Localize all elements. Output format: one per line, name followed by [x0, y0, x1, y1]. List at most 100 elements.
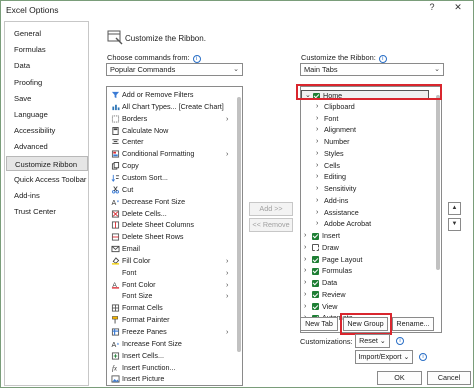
command-item[interactable]: Conditional Formatting ›: [107, 149, 235, 159]
nav-item-trust-center[interactable]: Trust Center: [6, 204, 88, 219]
move-down-button[interactable]: ▼: [448, 218, 461, 231]
chevron-right-icon[interactable]: ›: [316, 161, 318, 171]
chevron-right-icon[interactable]: ›: [304, 243, 306, 253]
command-item[interactable]: A Increase Font Size: [107, 339, 235, 349]
tree-group-item[interactable]: › Assistance: [301, 208, 435, 218]
move-up-button[interactable]: ▲: [448, 202, 461, 215]
chevron-right-icon[interactable]: ›: [304, 255, 306, 265]
tree-tab-item[interactable]: › View: [301, 302, 435, 312]
chevron-right-icon[interactable]: ›: [304, 278, 306, 288]
checkbox-unchecked-icon[interactable]: [312, 244, 319, 252]
tree-tab-item[interactable]: › Draw: [301, 243, 435, 253]
tree-scrollbar[interactable]: [435, 87, 441, 332]
command-item[interactable]: Format Cells: [107, 303, 235, 313]
chevron-right-icon[interactable]: ›: [304, 266, 306, 276]
command-item[interactable]: Font ›: [107, 268, 235, 278]
remove-button[interactable]: << Remove: [249, 218, 293, 232]
command-item[interactable]: Insert Picture: [107, 374, 235, 384]
tree-tab-item[interactable]: › Insert: [301, 231, 435, 241]
choose-commands-select[interactable]: Popular Commands ⌄: [106, 63, 243, 76]
command-item[interactable]: Copy: [107, 161, 235, 171]
tree-tab-item[interactable]: › Formulas: [301, 266, 435, 276]
chevron-right-icon[interactable]: ›: [304, 302, 306, 312]
tree-group-item[interactable]: › Number: [301, 137, 435, 147]
nav-item-data[interactable]: Data: [6, 58, 88, 73]
command-item[interactable]: Center: [107, 137, 235, 147]
command-item[interactable]: Delete Sheet Rows: [107, 232, 235, 242]
chevron-right-icon[interactable]: ›: [316, 149, 318, 159]
command-item[interactable]: Borders ›: [107, 114, 235, 124]
command-item[interactable]: Calculate Now: [107, 126, 235, 136]
new-tab-button[interactable]: New Tab: [300, 317, 338, 331]
command-item[interactable]: Delete Cells...: [107, 209, 235, 219]
command-item[interactable]: fx Insert Function...: [107, 363, 235, 373]
checkbox-checked-icon[interactable]: [312, 256, 319, 263]
tree-group-item[interactable]: › Alignment: [301, 125, 435, 135]
chevron-right-icon[interactable]: ›: [304, 231, 306, 241]
cancel-button[interactable]: Cancel: [427, 371, 471, 385]
chevron-right-icon[interactable]: ›: [316, 172, 318, 182]
chevron-right-icon[interactable]: ›: [304, 290, 306, 300]
tree-tab-item[interactable]: › Data: [301, 278, 435, 288]
nav-item-formulas[interactable]: Formulas: [6, 42, 88, 57]
command-item[interactable]: Freeze Panes ›: [107, 327, 235, 337]
reset-button[interactable]: Reset ⌄: [355, 334, 390, 348]
command-item[interactable]: A Font Color ›: [107, 280, 235, 290]
command-item[interactable]: Fill Color ›: [107, 256, 235, 266]
chevron-right-icon[interactable]: ›: [316, 196, 318, 206]
command-item[interactable]: Delete Sheet Columns: [107, 220, 235, 230]
commands-list[interactable]: Add or Remove Filters All Chart Types... …: [106, 86, 243, 386]
nav-item-advanced[interactable]: Advanced: [6, 139, 88, 154]
command-item[interactable]: Email: [107, 244, 235, 254]
checkbox-checked-icon[interactable]: [312, 291, 319, 299]
scroll-thumb[interactable]: [436, 95, 440, 270]
add-button[interactable]: Add >>: [249, 202, 293, 216]
help-icon[interactable]: ?: [421, 2, 443, 12]
chevron-right-icon[interactable]: ›: [316, 125, 318, 135]
close-icon[interactable]: ✕: [447, 2, 469, 13]
command-item[interactable]: Cut: [107, 185, 235, 195]
chevron-right-icon[interactable]: ›: [316, 114, 318, 124]
tree-group-item[interactable]: › Clipboard: [301, 102, 435, 112]
import-export-button[interactable]: Import/Export ⌄: [355, 350, 413, 364]
commands-scrollbar[interactable]: [236, 87, 242, 385]
nav-item-language[interactable]: Language: [6, 107, 88, 122]
checkbox-checked-icon[interactable]: [312, 279, 319, 287]
chevron-right-icon[interactable]: ›: [316, 102, 318, 112]
tree-tab-item[interactable]: › Review: [301, 290, 435, 300]
tree-group-item[interactable]: › Styles: [301, 149, 435, 159]
command-item[interactable]: A Decrease Font Size: [107, 197, 235, 207]
checkbox-checked-icon[interactable]: [312, 232, 319, 240]
command-item[interactable]: All Chart Types... [Create Chart]: [107, 102, 235, 112]
tree-group-item[interactable]: › Adobe Acrobat: [301, 219, 435, 229]
chevron-right-icon[interactable]: ›: [316, 219, 318, 229]
nav-item-add-ins[interactable]: Add-ins: [6, 188, 88, 203]
tree-group-item[interactable]: › Add-ins: [301, 196, 435, 206]
tree-group-item[interactable]: › Cells: [301, 161, 435, 171]
tree-group-item[interactable]: › Editing: [301, 172, 435, 182]
tree-group-item[interactable]: › Font: [301, 114, 435, 124]
nav-item-accessibility[interactable]: Accessibility: [6, 123, 88, 138]
rename-button[interactable]: Rename...: [392, 317, 434, 331]
tree-group-item[interactable]: › Sensitivity: [301, 184, 435, 194]
ok-button[interactable]: OK: [377, 371, 422, 385]
nav-item-general[interactable]: General: [6, 26, 88, 41]
command-item[interactable]: Custom Sort...: [107, 173, 235, 183]
scroll-thumb[interactable]: [237, 97, 241, 352]
command-item[interactable]: Font Size ›: [107, 291, 235, 301]
tree-tab-item[interactable]: › Page Layout: [301, 255, 435, 265]
command-item[interactable]: Format Painter: [107, 315, 235, 325]
chevron-right-icon[interactable]: ›: [316, 184, 318, 194]
nav-item-quick-access-toolbar[interactable]: Quick Access Toolbar: [6, 172, 88, 187]
checkbox-checked-icon[interactable]: [312, 303, 319, 310]
ribbon-tree[interactable]: ⌄ Home › Clipboard › Font › Alignment › Number › St…: [300, 86, 442, 333]
checkbox-checked-icon[interactable]: [312, 267, 319, 275]
nav-item-save[interactable]: Save: [6, 91, 88, 106]
nav-item-proofing[interactable]: Proofing: [6, 75, 88, 90]
command-item[interactable]: Add or Remove Filters: [107, 90, 235, 100]
command-item[interactable]: Insert Cells...: [107, 351, 235, 361]
nav-item-customize-ribbon[interactable]: Customize Ribbon: [6, 155, 88, 171]
customize-ribbon-select[interactable]: Main Tabs ⌄: [300, 63, 444, 76]
chevron-right-icon[interactable]: ›: [316, 208, 318, 218]
chevron-right-icon[interactable]: ›: [316, 137, 318, 147]
